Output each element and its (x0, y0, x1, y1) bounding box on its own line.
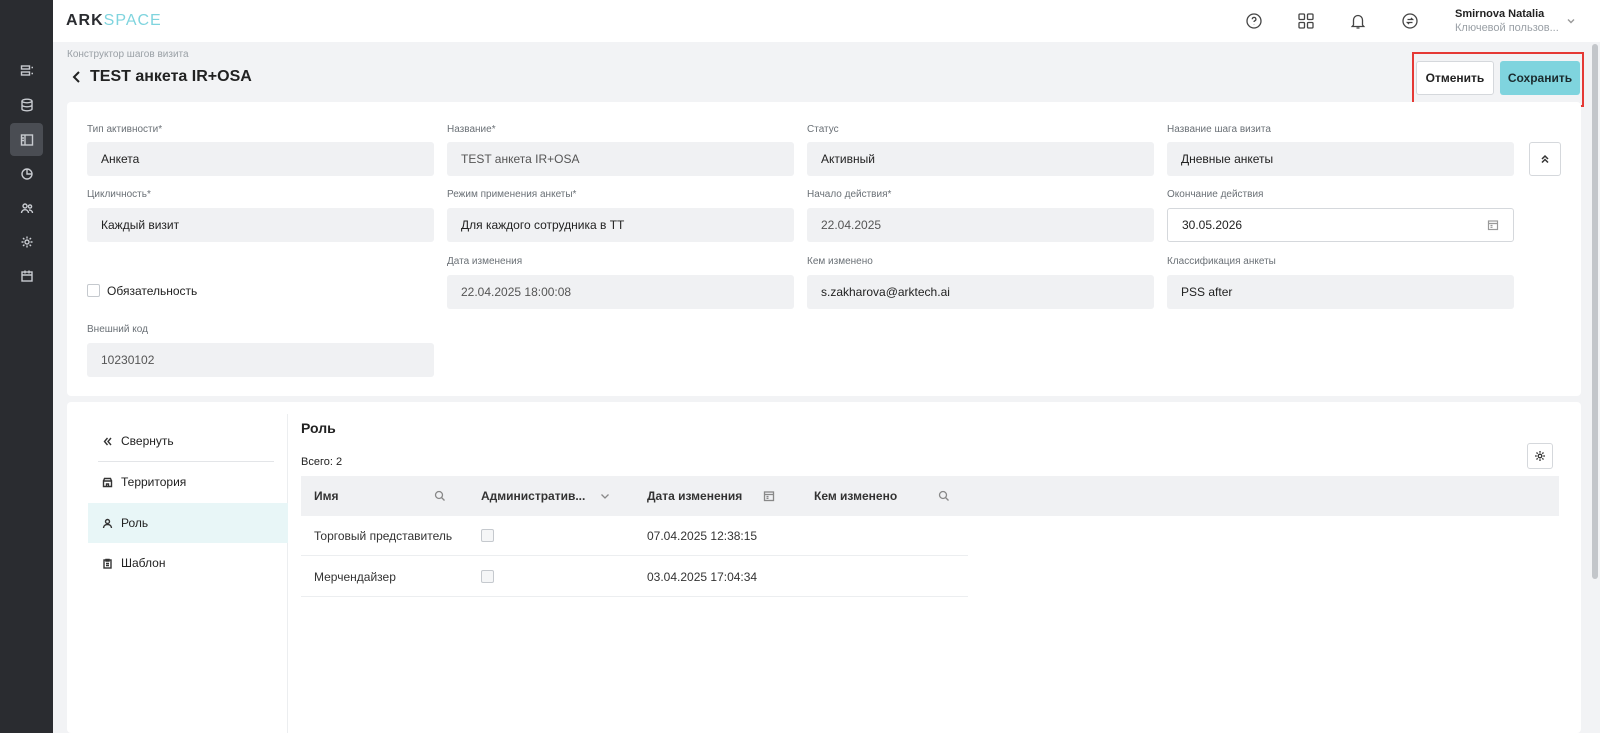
search-icon[interactable] (434, 489, 446, 507)
column-header-date[interactable]: Дата изменения (647, 489, 742, 503)
start-date-label: Начало действия* (807, 189, 892, 200)
modified-date-label: Дата изменения (447, 256, 523, 267)
cell-date: 07.04.2025 12:38:15 (647, 529, 758, 543)
column-header-name[interactable]: Имя (314, 489, 339, 503)
cell-admin-checkbox[interactable] (481, 529, 494, 542)
step-name-field[interactable]: Дневные анкеты (1167, 142, 1514, 176)
chevron-down-icon[interactable] (599, 489, 611, 507)
chevron-down-icon[interactable] (1565, 14, 1577, 32)
activity-type-field[interactable]: Анкета (87, 142, 434, 176)
nav-item-territory[interactable]: Территория (88, 462, 288, 502)
cancel-button[interactable]: Отменить (1416, 61, 1494, 95)
classification-field[interactable]: PSS after (1167, 275, 1514, 309)
apps-grid-icon[interactable] (1295, 10, 1317, 32)
start-date-field[interactable]: 22.04.2025 (807, 208, 1154, 242)
breadcrumb[interactable]: Конструктор шагов визита (67, 49, 189, 60)
status-field[interactable]: Активный (807, 142, 1154, 176)
sidebar-tasks-icon[interactable] (10, 54, 43, 87)
gear-icon (1535, 451, 1545, 461)
calendar-icon[interactable] (763, 489, 775, 507)
user-role: Ключевой пользов... (1455, 22, 1559, 34)
calendar-icon[interactable] (1487, 219, 1499, 234)
cyclicity-label: Цикличность* (87, 189, 151, 200)
nav-item-template[interactable]: Шаблон (88, 543, 288, 583)
table-row[interactable]: Мерчендайзер 03.04.2025 17:04:34 (301, 557, 968, 597)
sync-icon[interactable] (1399, 10, 1421, 32)
bell-icon[interactable] (1347, 10, 1369, 32)
sidebar-settings-icon[interactable] (10, 225, 43, 258)
page-title: TEST анкета IR+OSA (90, 68, 252, 85)
cell-date: 03.04.2025 17:04:34 (647, 570, 758, 584)
sidebar-database-icon[interactable] (10, 88, 43, 121)
user-name[interactable]: Smirnova Natalia (1455, 8, 1544, 20)
end-date-value: 30.05.2026 (1182, 218, 1243, 232)
search-icon[interactable] (938, 489, 950, 507)
classification-label: Классификация анкеты (1167, 256, 1276, 267)
nav-item-role[interactable]: Роль (88, 503, 288, 543)
clipboard-icon (103, 558, 112, 569)
name-field[interactable]: TEST анкета IR+OSA (447, 142, 794, 176)
name-label: Название* (447, 124, 496, 135)
activity-type-label: Тип активности* (87, 124, 163, 135)
logo[interactable]: ARKSPACE (66, 12, 162, 30)
external-code-label: Внешний код (87, 324, 148, 335)
top-header: ARKSPACE Smirnova Natalia Ключевой польз… (53, 0, 1600, 42)
table-settings-button[interactable] (1527, 443, 1553, 469)
collapse-form-button[interactable] (1529, 142, 1561, 176)
modified-by-field: s.zakharova@arktech.ai (807, 275, 1154, 309)
sidebar-users-icon[interactable] (10, 191, 43, 224)
scrollbar-thumb[interactable] (1592, 44, 1598, 579)
end-date-label: Окончание действия (1167, 189, 1264, 200)
external-code-field[interactable]: 10230102 (87, 343, 434, 377)
back-arrow-icon[interactable] (70, 70, 84, 89)
column-header-admin[interactable]: Административ... (481, 489, 585, 503)
double-chevron-left-icon (103, 437, 112, 445)
total-count: Всего: 2 (301, 456, 343, 468)
mandatory-label: Обязательность (107, 284, 198, 298)
sidebar-calendar-icon[interactable] (10, 259, 43, 292)
end-date-field[interactable]: 30.05.2026 (1167, 208, 1514, 242)
section-title: Роль (301, 420, 336, 436)
store-icon (102, 477, 113, 487)
cyclicity-field[interactable]: Каждый визит (87, 208, 434, 242)
step-name-label: Название шага визита (1167, 124, 1271, 135)
sidebar (0, 0, 53, 733)
cell-admin-checkbox[interactable] (481, 570, 494, 583)
collapse-nav-button[interactable]: Свернуть (88, 421, 288, 461)
user-icon (102, 518, 113, 528)
table-header: Имя Административ... Дата изменения Кем … (301, 476, 1559, 516)
column-header-modified-by[interactable]: Кем изменено (814, 489, 897, 503)
table-row[interactable]: Торговый представитель 07.04.2025 12:38:… (301, 516, 968, 556)
mode-field[interactable]: Для каждого сотрудника в ТТ (447, 208, 794, 242)
sidebar-analytics-icon[interactable] (10, 157, 43, 190)
mode-label: Режим применения анкеты* (447, 189, 577, 200)
mandatory-checkbox[interactable] (87, 284, 100, 297)
modified-date-field: 22.04.2025 18:00:08 (447, 275, 794, 309)
sidebar-layout-icon[interactable] (10, 123, 43, 156)
cell-name: Торговый представитель (314, 529, 453, 543)
save-button[interactable]: Сохранить (1500, 61, 1580, 95)
cell-name: Мерчендайзер (314, 570, 396, 584)
status-label: Статус (807, 124, 839, 135)
support-chat-icon[interactable] (1243, 10, 1265, 32)
modified-by-label: Кем изменено (807, 256, 873, 267)
